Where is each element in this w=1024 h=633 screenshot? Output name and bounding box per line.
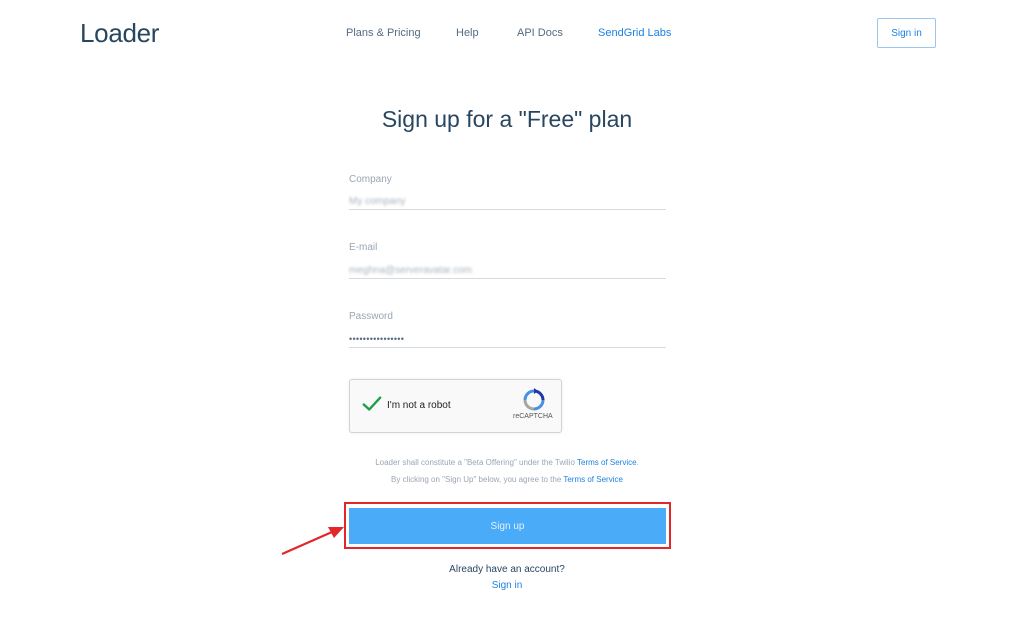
email-label: E-mail	[349, 242, 378, 253]
terms-line-2: By clicking on "Sign Up" below, you agre…	[0, 475, 1014, 484]
recaptcha-label: I'm not a robot	[387, 400, 451, 411]
password-input[interactable]: ••••••••••••••••	[349, 334, 404, 344]
sign-up-button[interactable]: Sign up	[349, 508, 666, 544]
recaptcha-widget[interactable]: I'm not a robot reCAPTCHA	[349, 379, 562, 433]
company-label: Company	[349, 174, 392, 185]
recaptcha-brand: reCAPTCHA	[513, 413, 553, 420]
nav-api-docs[interactable]: API Docs	[517, 27, 563, 39]
password-underline	[349, 347, 666, 348]
page-title: Sign up for a "Free" plan	[381, 106, 633, 132]
nav-help[interactable]: Help	[456, 27, 479, 39]
header-sign-in-button[interactable]: Sign in	[877, 18, 936, 48]
bottom-sign-in-link[interactable]: Sign in	[0, 580, 1014, 591]
email-underline	[349, 278, 666, 279]
checkmark-icon[interactable]	[361, 393, 383, 415]
terms-line-1-suffix: .	[636, 458, 639, 467]
email-input[interactable]: meghna@serveravatar.com	[349, 265, 472, 276]
password-label: Password	[349, 311, 393, 322]
nav-sendgrid-labs[interactable]: SendGrid Labs	[598, 27, 671, 39]
red-arrow-icon	[281, 527, 344, 556]
terms-link-2[interactable]: Terms of Service	[563, 475, 623, 484]
nav-plans-pricing[interactable]: Plans & Pricing	[346, 27, 421, 39]
terms-line-1: Loader shall constitute a "Beta Offering…	[0, 458, 1014, 467]
terms-line-1-text: Loader shall constitute a "Beta Offering…	[375, 458, 577, 467]
recaptcha-logo-icon	[523, 388, 545, 411]
already-have-account-text: Already have an account?	[449, 564, 565, 575]
logo[interactable]: Loader	[80, 18, 159, 49]
terms-link-1[interactable]: Terms of Service	[577, 458, 637, 467]
company-underline	[349, 209, 666, 210]
terms-line-2-text: By clicking on "Sign Up" below, you agre…	[391, 475, 564, 484]
company-input[interactable]: My company	[349, 196, 406, 207]
